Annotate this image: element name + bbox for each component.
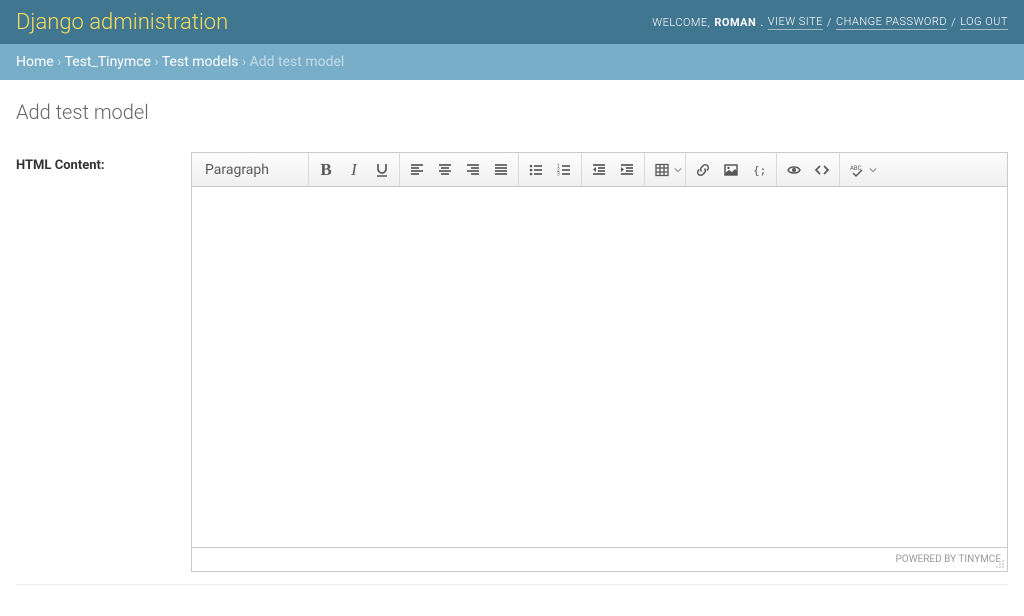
table-button[interactable] bbox=[648, 157, 676, 183]
bold-button[interactable]: B bbox=[312, 157, 340, 183]
align-justify-icon bbox=[493, 162, 509, 178]
breadcrumb-app[interactable]: Test_Tinymce bbox=[65, 54, 151, 70]
field-body: Paragraph B I bbox=[191, 152, 1008, 572]
tinymce-editor: Paragraph B I bbox=[191, 152, 1008, 572]
branding: Django administration bbox=[16, 10, 228, 35]
toolbar-group-list: 123 bbox=[519, 153, 582, 186]
table-icon bbox=[654, 162, 670, 178]
code-icon bbox=[814, 162, 830, 178]
link-icon bbox=[695, 162, 711, 178]
table-dropdown[interactable] bbox=[674, 162, 682, 178]
svg-text:{;}: {;} bbox=[753, 164, 767, 177]
image-button[interactable] bbox=[717, 157, 745, 183]
admin-header: Django administration WELCOME, ROMAN. VI… bbox=[0, 0, 1024, 44]
breadcrumb-current: Add test model bbox=[250, 54, 345, 70]
page-title: Add test model bbox=[16, 100, 1008, 124]
indent-button[interactable] bbox=[613, 157, 641, 183]
align-left-icon bbox=[409, 162, 425, 178]
breadcrumb-model[interactable]: Test models bbox=[162, 54, 239, 70]
codesample-icon: {;} bbox=[751, 162, 767, 178]
toolbar-group-indent bbox=[582, 153, 645, 186]
align-center-icon bbox=[437, 162, 453, 178]
image-icon bbox=[723, 162, 739, 178]
eye-icon bbox=[786, 162, 802, 178]
codesample-button[interactable]: {;} bbox=[745, 157, 773, 183]
link-button[interactable] bbox=[689, 157, 717, 183]
toolbar-group-insert: {;} bbox=[686, 153, 777, 186]
toolbar-group-view bbox=[777, 153, 840, 186]
logout-link[interactable]: LOG OUT bbox=[960, 15, 1008, 30]
italic-icon: I bbox=[351, 160, 357, 180]
italic-button[interactable]: I bbox=[340, 157, 368, 183]
toolbar-group-spell: ABC bbox=[840, 153, 880, 186]
content: Add test model HTML Content: Paragraph bbox=[0, 80, 1024, 605]
toolbar-group-fontstyle: B I bbox=[309, 153, 400, 186]
code-button[interactable] bbox=[808, 157, 836, 183]
change-password-link[interactable]: CHANGE PASSWORD bbox=[836, 15, 947, 30]
breadcrumb-home[interactable]: Home bbox=[16, 54, 54, 70]
format-select[interactable]: Paragraph bbox=[195, 157, 305, 183]
username: ROMAN bbox=[714, 16, 756, 29]
welcome-label: WELCOME, bbox=[652, 16, 710, 29]
toolbar-group-align bbox=[400, 153, 519, 186]
outdent-button[interactable] bbox=[585, 157, 613, 183]
spellcheck-button[interactable]: ABC bbox=[843, 157, 871, 183]
resize-handle[interactable] bbox=[995, 559, 1005, 569]
svg-text:ABC: ABC bbox=[850, 165, 862, 172]
align-center-button[interactable] bbox=[431, 157, 459, 183]
editor-toolbar: Paragraph B I bbox=[192, 153, 1007, 187]
breadcrumbs: Home › Test_Tinymce › Test models › Add … bbox=[0, 44, 1024, 80]
format-select-label: Paragraph bbox=[205, 162, 269, 178]
align-right-button[interactable] bbox=[459, 157, 487, 183]
bold-icon: B bbox=[320, 160, 331, 180]
spellcheck-dropdown[interactable] bbox=[869, 162, 877, 178]
powered-by-label: POWERED BY TINYMCE bbox=[896, 554, 1002, 565]
toolbar-group-format: Paragraph bbox=[192, 153, 309, 186]
bullet-list-icon bbox=[528, 162, 544, 178]
editor-statusbar: POWERED BY TINYMCE bbox=[192, 547, 1007, 571]
preview-button[interactable] bbox=[780, 157, 808, 183]
outdent-icon bbox=[591, 162, 607, 178]
editor-content-area[interactable] bbox=[192, 187, 1007, 547]
field-label: HTML Content: bbox=[16, 152, 191, 173]
bullet-list-button[interactable] bbox=[522, 157, 550, 183]
number-list-button[interactable]: 123 bbox=[550, 157, 578, 183]
align-left-button[interactable] bbox=[403, 157, 431, 183]
underline-icon bbox=[374, 162, 390, 178]
number-list-icon: 123 bbox=[556, 162, 572, 178]
underline-button[interactable] bbox=[368, 157, 396, 183]
view-site-link[interactable]: VIEW SITE bbox=[768, 15, 823, 30]
svg-text:3: 3 bbox=[557, 171, 560, 177]
indent-icon bbox=[619, 162, 635, 178]
user-links: WELCOME, ROMAN. VIEW SITE / CHANGE PASSW… bbox=[652, 15, 1008, 30]
spellcheck-icon: ABC bbox=[849, 162, 865, 178]
align-justify-button[interactable] bbox=[487, 157, 515, 183]
toolbar-group-table bbox=[645, 153, 686, 186]
align-right-icon bbox=[465, 162, 481, 178]
field-row-html-content: HTML Content: Paragraph B I bbox=[16, 152, 1008, 585]
